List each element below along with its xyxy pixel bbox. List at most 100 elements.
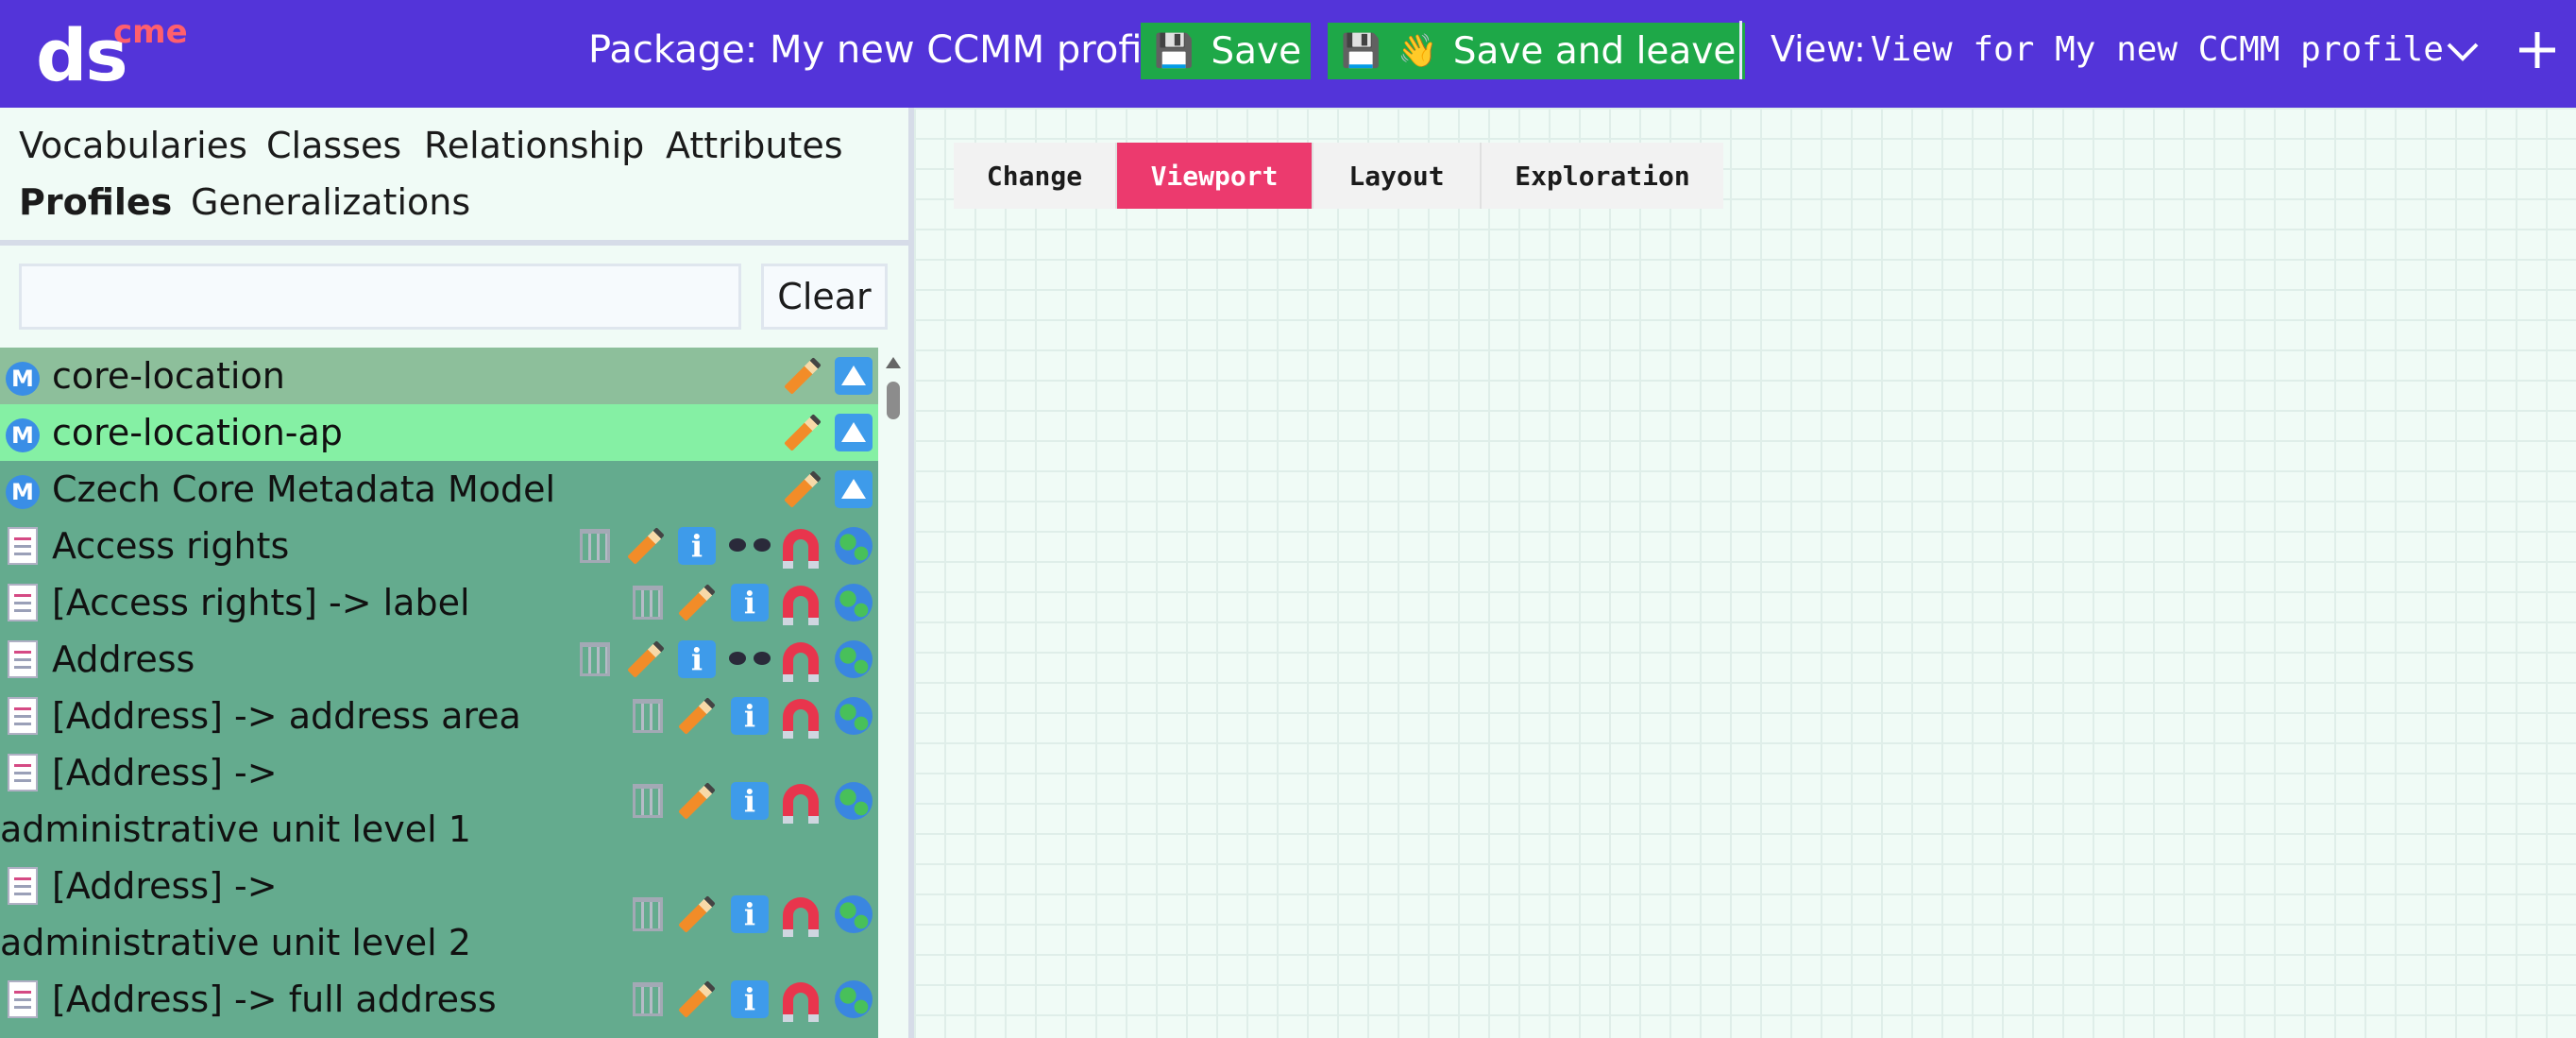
info-icon[interactable]: i — [729, 893, 771, 935]
save-and-leave-label: Save and leave — [1452, 29, 1737, 73]
pencil-icon[interactable] — [676, 582, 718, 623]
magnet-icon[interactable] — [780, 582, 822, 625]
up-arrow-icon[interactable] — [833, 355, 874, 397]
trash-icon[interactable] — [576, 639, 614, 679]
globe-icon[interactable] — [833, 780, 874, 822]
magnet-icon[interactable] — [780, 695, 822, 739]
globe-icon[interactable] — [833, 978, 874, 1020]
tab-attributes[interactable]: Attributes — [666, 125, 843, 166]
list-item[interactable]: [Address] -> full address i — [0, 971, 878, 1038]
magnet-icon[interactable] — [780, 638, 822, 682]
list-item[interactable]: [Access rights] -> label i — [0, 574, 878, 631]
tab-change[interactable]: Change — [954, 143, 1117, 209]
search-input[interactable] — [19, 264, 741, 330]
tab-exploration[interactable]: Exploration — [1482, 143, 1723, 209]
diagram-canvas[interactable] — [914, 108, 2576, 1038]
trash-icon[interactable] — [629, 583, 667, 622]
list-item-label: [Address] -> full address — [52, 978, 497, 1020]
top-bar: ds cme Package: My new CCMM profile 💾 Sa… — [0, 0, 2576, 108]
model-icon: M — [6, 475, 40, 509]
globe-icon[interactable] — [833, 582, 874, 623]
list-item[interactable]: M core-location — [0, 348, 878, 404]
trash-icon[interactable] — [576, 526, 614, 566]
logo-superscript: cme — [113, 13, 188, 51]
trash-icon[interactable] — [629, 894, 667, 934]
list-scrollbar[interactable] — [884, 240, 903, 930]
list-item-label: core-location-ap — [52, 412, 343, 453]
trash-icon[interactable] — [629, 696, 667, 736]
model-icon: M — [6, 418, 40, 452]
list-item-label: [Access rights] -> label — [52, 582, 470, 623]
tab-vocabularies[interactable]: Vocabularies — [19, 125, 247, 166]
list-item[interactable]: [Address] -> administrative unit level 2… — [0, 858, 878, 971]
save-and-leave-button[interactable]: 💾 👋 Save and leave — [1328, 23, 1746, 79]
clear-button[interactable]: Clear — [761, 264, 888, 330]
model-icon: M — [6, 362, 40, 396]
scrollbar-thumb[interactable] — [887, 382, 900, 419]
list-item[interactable]: [Address] -> address area i — [0, 688, 878, 744]
magnet-icon[interactable] — [780, 893, 822, 937]
plus-icon[interactable] — [2516, 28, 2559, 72]
scroll-up-arrow-icon[interactable] — [886, 357, 901, 368]
info-icon[interactable]: i — [676, 638, 718, 680]
globe-icon[interactable] — [833, 638, 874, 680]
waving-hand-icon: 👋 — [1398, 32, 1438, 70]
pencil-icon[interactable] — [676, 893, 718, 935]
floppy-disk-icon: 💾 — [1154, 32, 1195, 70]
list-item[interactable]: M Czech Core Metadata Model — [0, 461, 878, 518]
pencil-icon[interactable] — [782, 468, 823, 510]
tab-profiles[interactable]: Profiles — [19, 181, 172, 223]
list-item[interactable]: Address i — [0, 631, 878, 688]
glasses-icon[interactable] — [729, 525, 771, 567]
pencil-icon[interactable] — [676, 695, 718, 737]
magnet-icon[interactable] — [780, 780, 822, 824]
tab-layout[interactable]: Layout — [1313, 143, 1482, 209]
list-item-label: [Address] -> administrative unit level 2 — [0, 865, 471, 963]
info-icon[interactable]: i — [676, 525, 718, 567]
document-icon — [8, 697, 38, 735]
globe-icon[interactable] — [833, 525, 874, 567]
pencil-icon[interactable] — [782, 355, 823, 397]
pencil-icon[interactable] — [676, 978, 718, 1020]
trash-icon[interactable] — [629, 781, 667, 821]
tab-classes[interactable]: Classes — [266, 125, 401, 166]
tab-viewport[interactable]: Viewport — [1117, 143, 1313, 209]
document-icon — [8, 980, 38, 1018]
magnet-icon[interactable] — [780, 978, 822, 1022]
up-arrow-icon[interactable] — [833, 468, 874, 510]
list-item[interactable]: M core-location-ap — [0, 404, 878, 461]
up-arrow-icon[interactable] — [833, 412, 874, 453]
tabs-divider — [0, 240, 908, 246]
info-icon[interactable]: i — [729, 780, 771, 822]
save-button-label: Save — [1211, 29, 1302, 73]
view-selector[interactable]: View for My new CCMM profile — [1871, 30, 2444, 69]
list-item-label: Czech Core Metadata Model — [52, 468, 556, 510]
document-icon — [8, 527, 38, 565]
list-item[interactable]: [Address] -> administrative unit level 1… — [0, 744, 878, 858]
pencil-icon[interactable] — [782, 412, 823, 453]
header-divider — [1739, 21, 1742, 79]
list-item-label: [Address] -> address area — [52, 695, 521, 737]
tab-generalizations[interactable]: Generalizations — [191, 181, 470, 223]
view-label: View: — [1771, 28, 1866, 70]
magnet-icon[interactable] — [780, 525, 822, 569]
save-button[interactable]: 💾 Save — [1141, 23, 1312, 79]
list-item[interactable]: Access rights i — [0, 518, 878, 574]
pencil-icon[interactable] — [676, 780, 718, 822]
package-title: Package: My new CCMM profile — [588, 28, 1177, 72]
tab-relationship[interactable]: Relationship — [424, 125, 644, 166]
pencil-icon[interactable] — [625, 638, 667, 680]
info-icon[interactable]: i — [729, 695, 771, 737]
info-icon[interactable]: i — [729, 978, 771, 1020]
canvas-toolbar: Change Viewport Layout Exploration — [954, 143, 1723, 209]
chevron-down-icon[interactable] — [2446, 34, 2480, 68]
globe-icon[interactable] — [833, 695, 874, 737]
info-icon[interactable]: i — [729, 582, 771, 623]
globe-icon[interactable] — [833, 893, 874, 935]
entity-list: M core-location M core-location-ap M Cze… — [0, 348, 878, 1038]
catalog-panel: Vocabularies Classes Relationship Attrib… — [0, 108, 908, 1038]
floppy-disk-icon: 💾 — [1341, 32, 1381, 70]
trash-icon[interactable] — [629, 979, 667, 1019]
pencil-icon[interactable] — [625, 525, 667, 567]
glasses-icon[interactable] — [729, 638, 771, 680]
